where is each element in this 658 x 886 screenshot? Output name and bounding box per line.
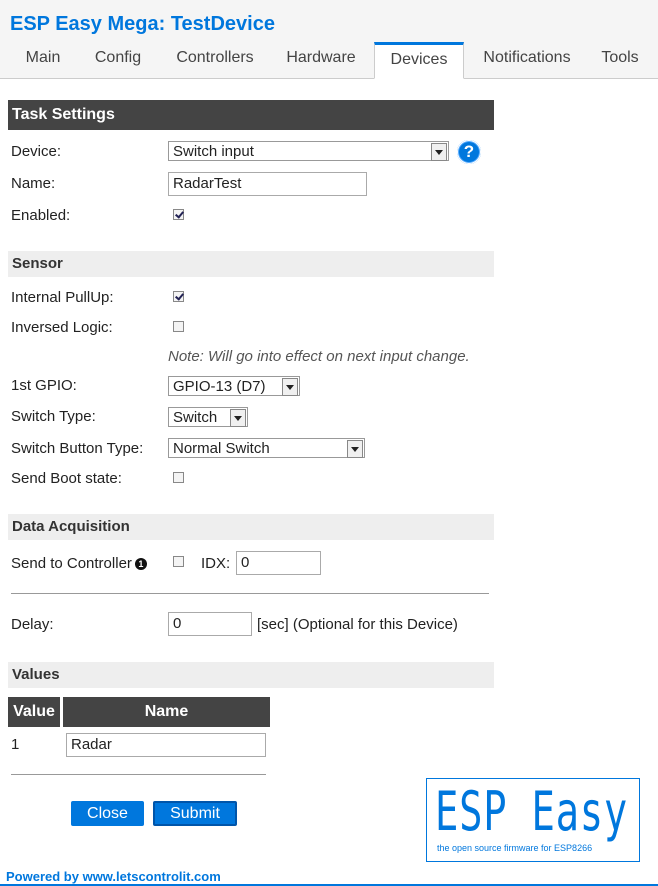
idx-input[interactable]: 0 — [236, 551, 321, 575]
tab-hardware[interactable]: Hardware — [276, 42, 366, 78]
tab-notifications[interactable]: Notifications — [472, 42, 582, 78]
switch-type-label: Switch Type: — [11, 408, 96, 425]
send-controller-label: Send to Controller — [11, 555, 132, 572]
note-text: Note: Will go into effect on next input … — [168, 348, 470, 365]
divider — [11, 774, 266, 775]
chevron-down-icon — [347, 440, 363, 458]
footer-link[interactable]: Powered by www.letscontrolit.com — [6, 869, 221, 884]
boot-state-checkbox[interactable] — [173, 472, 184, 483]
tab-controllers[interactable]: Controllers — [165, 42, 265, 78]
switch-type-select[interactable]: Switch — [168, 407, 248, 427]
device-select-value: Switch input — [173, 143, 254, 160]
value-cell: 1 — [11, 736, 20, 753]
name-input[interactable]: RadarTest — [168, 172, 367, 196]
delay-suffix: [sec] (Optional for this Device) — [257, 616, 458, 633]
delay-input[interactable]: 0 — [168, 612, 252, 636]
name-label: Name: — [11, 175, 56, 192]
close-button[interactable]: Close — [71, 801, 144, 826]
boot-state-label: Send Boot state: — [11, 470, 122, 487]
pullup-label: Internal PullUp: — [11, 289, 114, 306]
switch-type-select-value: Switch — [173, 409, 218, 426]
send-controller-row: Send to Controller 1 — [11, 555, 147, 572]
delay-label: Delay: — [11, 616, 54, 633]
enabled-label: Enabled: — [11, 207, 71, 224]
tab-tools[interactable]: Tools — [592, 42, 648, 78]
logo-main-text: ESP Easy — [435, 780, 629, 843]
idx-label: IDX: — [201, 555, 231, 572]
section-values: Values — [8, 662, 494, 688]
device-select[interactable]: Switch input — [168, 141, 449, 161]
logo-sub-text: the open source firmware for ESP8266 — [437, 843, 593, 853]
gpio-select[interactable]: GPIO-13 (D7) — [168, 376, 300, 396]
enabled-checkbox[interactable] — [173, 209, 184, 220]
esp-easy-logo: ESP Easy the open source firmware for ES… — [426, 778, 640, 862]
button-type-select[interactable]: Normal Switch — [168, 438, 365, 458]
inversed-checkbox[interactable] — [173, 321, 184, 332]
section-task-settings: Task Settings — [8, 100, 494, 130]
chevron-down-icon — [431, 143, 447, 161]
column-header-value: Value — [8, 697, 60, 727]
tab-main[interactable]: Main — [10, 42, 76, 78]
gpio-label: 1st GPIO: — [11, 377, 77, 394]
tab-devices[interactable]: Devices — [374, 42, 464, 79]
header: ESP Easy Mega: TestDevice Main Config Co… — [0, 0, 658, 79]
device-label: Device: — [11, 143, 62, 160]
column-header-name: Name — [63, 697, 270, 727]
button-type-label: Switch Button Type: — [11, 440, 144, 457]
info-icon: 1 — [134, 558, 147, 570]
question-icon[interactable]: ? — [457, 140, 481, 164]
pullup-checkbox[interactable] — [173, 291, 184, 302]
section-data-acquisition: Data Acquisition — [8, 514, 494, 540]
button-type-select-value: Normal Switch — [173, 440, 270, 457]
submit-button[interactable]: Submit — [153, 801, 237, 826]
divider — [11, 593, 489, 594]
app-title: ESP Easy Mega: TestDevice — [10, 13, 275, 35]
gpio-select-value: GPIO-13 (D7) — [173, 378, 266, 395]
inversed-label: Inversed Logic: — [11, 319, 113, 336]
send-controller-checkbox[interactable] — [173, 556, 184, 567]
chevron-down-icon — [230, 409, 246, 427]
value-name-input[interactable]: Radar — [66, 733, 266, 757]
tab-config[interactable]: Config — [82, 42, 154, 78]
chevron-down-icon — [282, 378, 298, 396]
section-sensor: Sensor — [8, 251, 494, 277]
